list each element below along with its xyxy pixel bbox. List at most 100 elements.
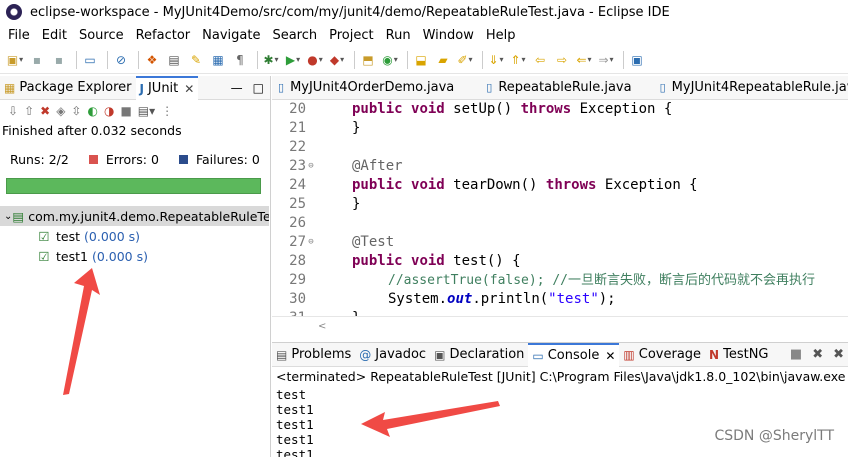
editor-tab-myrepeatablerule[interactable]: ▯ MyJUnit4RepeatableRule.java [654, 76, 848, 100]
keyword: void [411, 101, 445, 117]
code-line: 29 //assertTrue(false); //一旦断言失败，断言后的代码就不… [272, 271, 848, 290]
menu-run[interactable]: Run [380, 28, 417, 43]
left-tab-row: ▦ Package Explorer J JUnit ✕ — □ [0, 75, 270, 100]
fold-marker [306, 271, 316, 290]
editor-tab-repeatablerule[interactable]: ▯ RepeatableRule.java [480, 76, 637, 100]
toggle-block-icon[interactable]: ▦ [209, 51, 227, 69]
save-all-icon[interactable]: ▪ [50, 51, 68, 69]
collapse-chevron-icon[interactable]: ⌄ [4, 211, 12, 222]
horizontal-scrollbar[interactable]: < [272, 316, 848, 338]
tree-row-test[interactable]: ☑ test (0.000 s) [0, 226, 270, 246]
mark-occurrences-icon[interactable]: ✎ [187, 51, 205, 69]
previous-failure-icon[interactable]: ⇧ [24, 104, 34, 118]
errors-label: Errors: [105, 151, 148, 167]
next-failure-icon[interactable]: ⇩ [8, 104, 18, 118]
code-text: public void test() { [316, 252, 521, 271]
tab-problems[interactable]: ▤ Problems [272, 343, 355, 367]
errors-value: 0 [151, 151, 159, 167]
coverage-icon: ▥ [623, 347, 635, 362]
menu-window[interactable]: Window [417, 28, 480, 43]
prev-annotation-icon[interactable]: ⇑ ▾ [509, 51, 527, 69]
test-suite-name: com.my.junit4.demo.RepeatableRuleTes [28, 208, 269, 224]
show-whitespace-icon[interactable]: ¶ [231, 51, 249, 69]
git-icon[interactable]: ❖ [143, 51, 161, 69]
failure-icon [178, 154, 188, 164]
fold-marker[interactable]: ⊖ [306, 157, 316, 176]
line-number: 28 [289, 253, 306, 269]
next-annotation-icon[interactable]: ⇓ ▾ [487, 51, 505, 69]
maximize-icon[interactable]: □ [253, 81, 264, 95]
remove-all-icon[interactable]: ✖ [833, 347, 844, 362]
toolbar-separator [257, 50, 258, 69]
fold-marker [306, 252, 316, 271]
minimize-icon[interactable]: — [231, 81, 243, 95]
editor-tabs: ▯ MyJUnit4OrderDemo.java ▯ RepeatableRul… [272, 76, 848, 100]
skip-breakpoints-icon[interactable]: ⊘ [112, 51, 130, 69]
test-suite-icon: ▤ [12, 208, 25, 224]
tab-declaration[interactable]: ▣ Declaration [430, 343, 528, 367]
code-line: 23 ⊖ @After [272, 157, 848, 176]
test-name: test [56, 228, 81, 244]
save-icon[interactable]: ▪ [28, 51, 46, 69]
editor-area: ▯ MyJUnit4OrderDemo.java ▯ RepeatableRul… [272, 76, 848, 338]
forward-edit-icon[interactable]: ⇨ [553, 51, 571, 69]
code-editor[interactable]: 20 public void setUp() throws Exception {… [272, 100, 848, 316]
tab-junit[interactable]: J JUnit ✕ [135, 75, 199, 100]
line-number: 22 [289, 139, 306, 155]
fold-marker[interactable]: ⊖ [306, 233, 316, 252]
code-line: 27 ⊖ @Test [272, 233, 848, 252]
view-menu-icon[interactable]: ⋮ [161, 104, 173, 118]
menu-search[interactable]: Search [266, 28, 323, 43]
tab-coverage[interactable]: ▥ Coverage [619, 343, 705, 367]
external-tools-icon[interactable]: ◆ ▾ [328, 51, 346, 69]
close-icon[interactable]: ✕ [184, 82, 194, 96]
open-folder-icon[interactable]: ▰ [434, 51, 452, 69]
tab-javadoc[interactable]: @ Javadoc [355, 343, 430, 367]
forward-icon[interactable]: ⇒ ▾ [597, 51, 615, 69]
menu-file[interactable]: File [2, 28, 36, 43]
new-java-project-icon[interactable]: ⬒ [359, 51, 377, 69]
close-icon[interactable]: ✕ [605, 349, 615, 363]
line-number: 23 [289, 158, 306, 174]
history-icon[interactable]: ▤▾ [138, 104, 155, 118]
open-perspective-icon[interactable]: ▣ [628, 51, 646, 69]
remove-launch-icon[interactable]: ✖ [812, 347, 823, 362]
search-tools-icon[interactable]: ✐ ▾ [456, 51, 474, 69]
menu-navigate[interactable]: Navigate [196, 28, 266, 43]
menu-refactor[interactable]: Refactor [130, 28, 197, 43]
editor-tab-orderdemo[interactable]: ▯ MyJUnit4OrderDemo.java [272, 76, 460, 100]
tab-console[interactable]: ▭ Console ✕ [528, 342, 620, 367]
fold-marker [306, 119, 316, 138]
coverage-icon[interactable]: ▤ [165, 51, 183, 69]
code-text: } [352, 196, 361, 212]
run-icon[interactable]: ▶ ▾ [284, 51, 302, 69]
rerun-failed-icon[interactable]: ◑ [104, 104, 114, 118]
stop-icon[interactable]: ■ [120, 104, 131, 118]
open-type-icon[interactable]: ⬓ [412, 51, 430, 69]
last-edit-icon[interactable]: ⇦ [531, 51, 549, 69]
new-icon[interactable]: ▣ ▾ [6, 51, 24, 69]
line-number: 26 [289, 215, 306, 231]
terminal-icon[interactable]: ▭ [81, 51, 99, 69]
scroll-lock-icon[interactable]: ⇳ [71, 104, 81, 118]
tree-row-test1[interactable]: ☑ test1 (0.000 s) [0, 246, 270, 266]
menu-source[interactable]: Source [73, 28, 130, 43]
show-skipped-icon[interactable]: ◈ [56, 104, 65, 118]
debug-icon[interactable]: ✱ ▾ [262, 51, 280, 69]
new-class-icon[interactable]: ◉ ▾ [381, 51, 399, 69]
show-failures-only-icon[interactable]: ✖ [40, 104, 50, 118]
tree-row-root[interactable]: ⌄ ▤ com.my.junit4.demo.RepeatableRuleTes [0, 206, 269, 226]
run-coverage-icon[interactable]: ● ▾ [306, 51, 324, 69]
console-output[interactable]: test test1 test1 test1 test1 [272, 387, 848, 457]
line-number: 31 [272, 309, 306, 316]
terminate-icon[interactable]: ■ [790, 347, 802, 362]
static-field: out [447, 291, 473, 307]
tab-testng[interactable]: N TestNG [705, 343, 772, 367]
menu-help[interactable]: Help [480, 28, 522, 43]
tab-package-explorer[interactable]: ▦ Package Explorer [0, 76, 136, 100]
rerun-icon[interactable]: ◐ [87, 104, 97, 118]
scroll-left-icon[interactable]: < [318, 321, 326, 332]
menu-edit[interactable]: Edit [36, 28, 73, 43]
back-icon[interactable]: ⇐ ▾ [575, 51, 593, 69]
menu-project[interactable]: Project [323, 28, 379, 43]
